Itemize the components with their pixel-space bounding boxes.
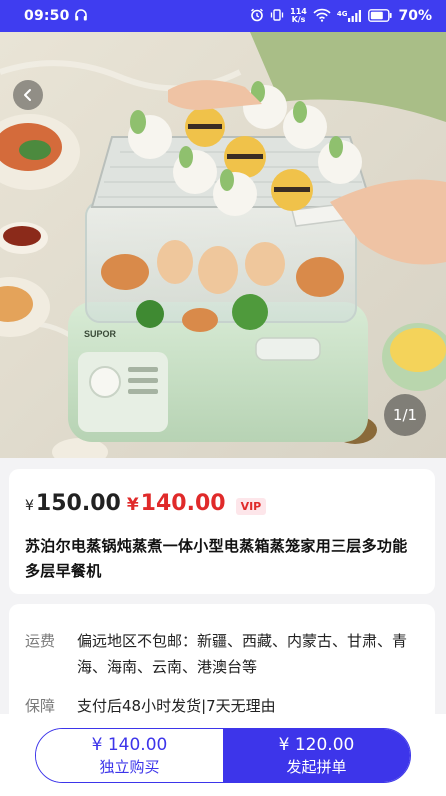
status-bar: 09:50 114 K/s 4G 70% — [0, 0, 446, 32]
vip-price: 140.00 — [140, 491, 226, 516]
net-speed-unit: K/s — [291, 15, 306, 24]
vip-price-currency: ¥ — [126, 495, 139, 515]
headphones-icon — [74, 7, 88, 26]
image-page-indicator: 1/1 — [384, 394, 426, 436]
battery-icon — [368, 7, 393, 26]
product-image: SUPOR — [0, 32, 446, 458]
network-type: 4G — [336, 10, 348, 18]
product-title: 苏泊尔电蒸锅炖蒸煮一体小型电蒸箱蒸笼家用三层多功能多层早餐机 — [25, 537, 408, 580]
battery-percent: 70% — [398, 8, 432, 24]
group-buy-label: 发起拼单 — [286, 757, 347, 776]
product-image-gallery[interactable]: SUPOR 1/1 — [0, 32, 446, 458]
original-price-currency: ¥ — [25, 498, 34, 514]
status-time: 09:50 — [24, 8, 70, 24]
buy-alone-button[interactable]: ¥ 140.00 独立购买 — [36, 729, 223, 782]
back-button[interactable] — [13, 80, 43, 110]
bottom-action-bar: ¥ 140.00 独立购买 ¥ 120.00 发起拼单 — [0, 714, 446, 796]
signal-icon: 4G — [337, 10, 363, 22]
shipping-label: 运费 — [25, 632, 56, 650]
vip-badge: VIP — [235, 497, 267, 515]
vibrate-icon — [270, 7, 284, 26]
price-card: ¥ 150.00 ¥ 140.00 VIP 苏泊尔电蒸锅炖蒸煮一体小型电蒸箱蒸笼… — [9, 469, 435, 594]
original-price: 150.00 — [35, 491, 121, 516]
shipping-value: 偏远地区不包邮：新疆、西藏、内蒙古、甘肃、青海、海南、云南、港澳台等 — [77, 632, 408, 676]
price-row: ¥ 150.00 ¥ 140.00 VIP — [25, 491, 419, 521]
alarm-icon — [250, 7, 264, 26]
status-right: 114 K/s 4G 70% — [250, 7, 432, 26]
purchase-button-group: ¥ 140.00 独立购买 ¥ 120.00 发起拼单 — [35, 728, 411, 783]
svg-text:SUPOR: SUPOR — [84, 329, 117, 339]
start-group-buy-button[interactable]: ¥ 120.00 发起拼单 — [223, 729, 410, 782]
chevron-left-icon — [21, 88, 35, 102]
wifi-icon — [313, 7, 331, 26]
group-buy-price: ¥ 120.00 — [278, 734, 355, 755]
status-left: 09:50 — [24, 7, 88, 26]
net-speed: 114 K/s — [290, 8, 307, 24]
shipping-row: 运费 偏远地区不包邮：新疆、西藏、内蒙古、甘肃、青海、海南、云南、港澳台等 — [25, 628, 419, 680]
buy-alone-price: ¥ 140.00 — [91, 734, 168, 755]
buy-alone-label: 独立购买 — [99, 757, 160, 776]
